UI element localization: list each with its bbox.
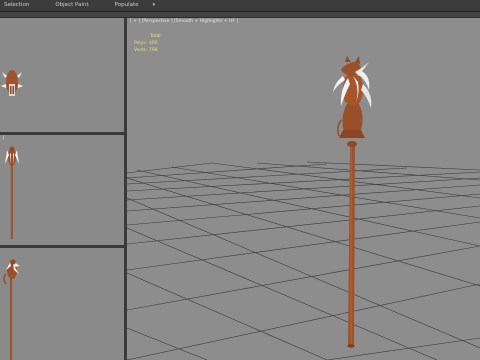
viewport-left-render [3, 259, 20, 360]
staff-front-view [5, 146, 19, 239]
viewport-left[interactable] [0, 248, 124, 360]
viewport-front-render [5, 146, 19, 239]
menu-populate[interactable]: Populate [115, 0, 139, 11]
staff-model [333, 56, 372, 348]
viewport-front[interactable]: [ [0, 135, 124, 245]
menu-object-paint[interactable]: Object Paint [55, 0, 88, 11]
ground-grid [127, 161, 480, 360]
stats-verts-value: 798 [149, 48, 158, 53]
stats-row-total: Total [134, 33, 161, 40]
ribbon-strip [0, 12, 480, 17]
menu-selection[interactable]: Selection [4, 0, 29, 11]
stats-polys-label: Polys: [134, 41, 148, 46]
viewport-divider-horizontal-1[interactable] [0, 132, 124, 135]
stats-row-verts: Verts: 798 [134, 47, 161, 54]
viewport-perspective-label[interactable]: [ + ] [Perspective ] [Smooth + Highlight… [130, 19, 238, 24]
menu-dropdown-icon[interactable]: ▾ [153, 0, 156, 11]
viewport-divider-horizontal-2[interactable] [0, 245, 124, 248]
staff-side-view [3, 259, 20, 360]
perspective-grid-and-model [127, 56, 480, 360]
menu-bar: Selection Object Paint Populate ▾ [0, 0, 480, 12]
viewport-perspective[interactable]: [ + ] [Perspective ] [Smooth + Highlight… [127, 18, 480, 360]
stats-verts-label: Verts: [134, 48, 147, 53]
stats-total-label: Total [150, 34, 161, 39]
stats-polys-value: 400 [149, 41, 158, 46]
staff-head-top-view [1, 70, 23, 96]
stats-row-polys: Polys: 400 [134, 40, 161, 47]
viewport-top-render [1, 70, 23, 96]
scene-statistics: Total Polys: 400 Verts: 798 [134, 33, 161, 54]
viewport-top[interactable] [0, 18, 124, 132]
